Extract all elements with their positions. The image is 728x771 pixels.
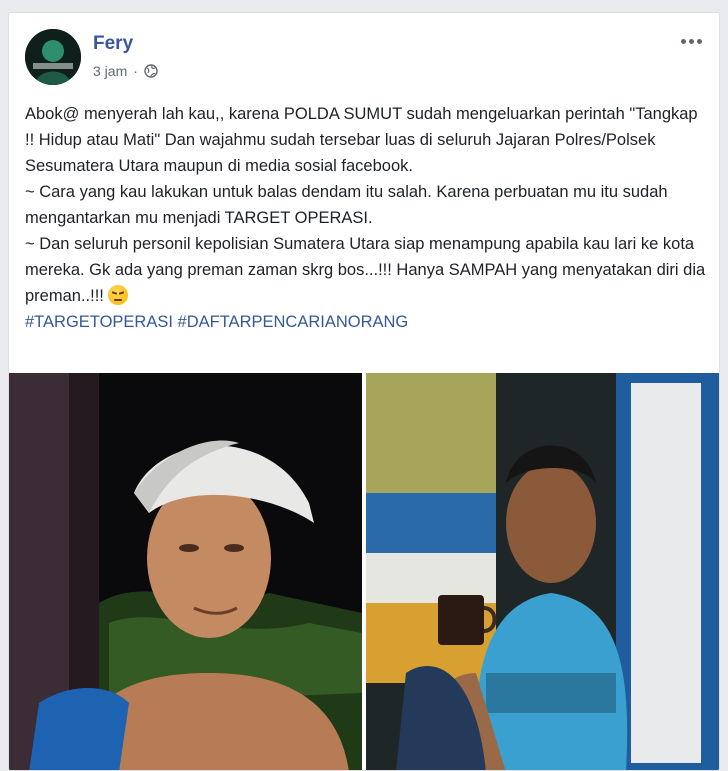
hashtag-link-daftarpencarianorang[interactable]: #DAFTARPENCARIANORANG: [178, 313, 409, 331]
dot: [696, 38, 702, 44]
dot: [680, 38, 686, 44]
photo-grid: [9, 373, 719, 770]
hashtag-line: #TARGETOPERASI #DAFTARPENCARIANORANG: [25, 309, 709, 335]
post-time-link[interactable]: 3 jam: [93, 63, 127, 79]
angry-face-emoji: [107, 285, 128, 305]
author-avatar[interactable]: [25, 29, 81, 85]
facebook-post: Fery 3 jam · Abok@ menyerah lah kau,, ka…: [8, 12, 720, 771]
post-paragraph: Abok@ menyerah lah kau,, karena POLDA SU…: [25, 105, 703, 175]
more-options-icon[interactable]: [677, 31, 705, 51]
author-name-link[interactable]: Fery: [93, 33, 133, 55]
dot: [688, 38, 694, 44]
post-paragraph: ~ Cara yang kau lakukan untuk balas dend…: [25, 183, 673, 227]
post-body: Abok@ menyerah lah kau,, karena POLDA SU…: [25, 101, 709, 335]
hashtag-link-targetoperasi[interactable]: #TARGETOPERASI: [25, 313, 173, 331]
post-meta: 3 jam ·: [93, 63, 158, 79]
photo-man-blue-tank-top[interactable]: [366, 373, 719, 770]
meta-separator: ·: [133, 63, 138, 79]
post-paragraph: ~ Dan seluruh personil kepolisian Sumate…: [25, 231, 709, 309]
globe-icon[interactable]: [144, 64, 158, 78]
photo-man-white-cap[interactable]: [9, 373, 362, 770]
